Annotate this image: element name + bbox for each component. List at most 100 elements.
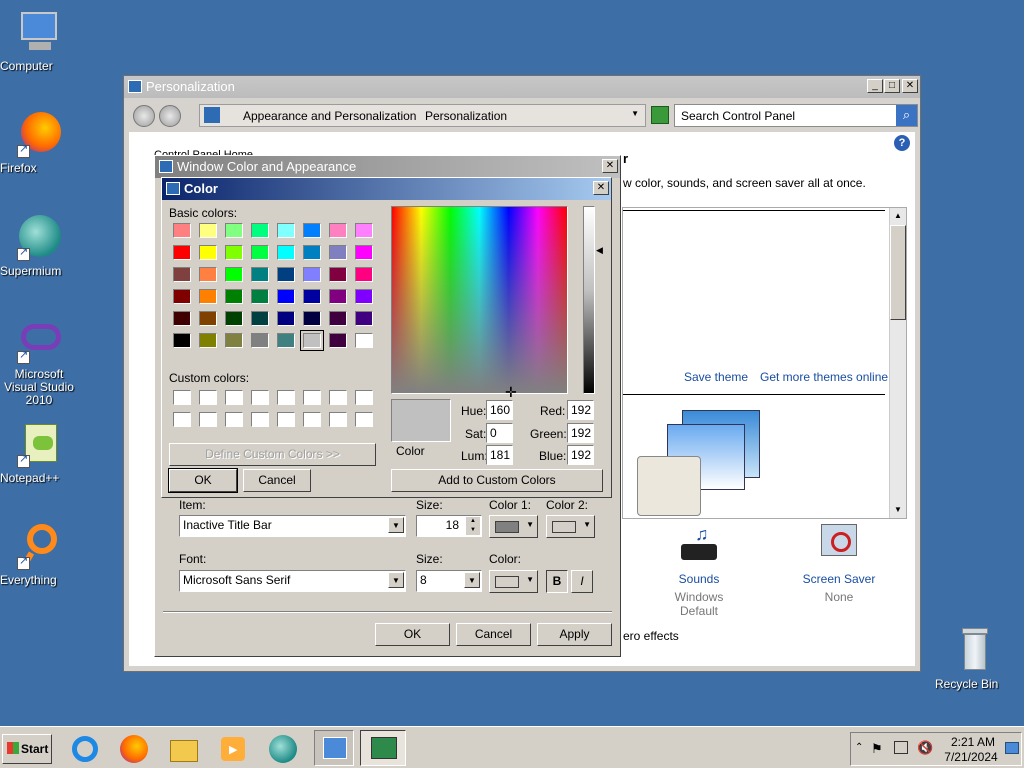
scrollbar-thumb[interactable] bbox=[890, 225, 906, 320]
taskbar-personalization-icon[interactable] bbox=[360, 730, 406, 766]
taskbar-supermium-icon[interactable] bbox=[266, 732, 300, 766]
basic-color-swatch[interactable] bbox=[225, 333, 243, 348]
basic-color-swatch[interactable] bbox=[173, 223, 191, 238]
font-select[interactable]: Microsoft Sans Serif ▼ bbox=[179, 570, 406, 592]
color1-picker[interactable]: ▼ bbox=[489, 515, 538, 538]
basic-color-swatch[interactable] bbox=[173, 245, 191, 260]
taskbar-control-panel-icon[interactable] bbox=[314, 730, 354, 766]
color-titlebar[interactable]: Color ✕ bbox=[162, 178, 611, 200]
flag-icon[interactable]: ⚑ bbox=[871, 741, 883, 757]
basic-color-swatch[interactable] bbox=[329, 223, 347, 238]
basic-color-swatch[interactable] bbox=[251, 245, 269, 260]
custom-color-swatch[interactable] bbox=[251, 412, 269, 427]
desktop-icon-visual-studio[interactable]: Microsoft Visual Studio 2010 bbox=[0, 316, 78, 407]
basic-color-swatch[interactable] bbox=[355, 333, 373, 348]
basic-color-swatch[interactable] bbox=[303, 267, 321, 282]
custom-color-swatch[interactable] bbox=[329, 412, 347, 427]
size-stepper[interactable]: 18 ▲ ▼ bbox=[416, 515, 482, 537]
basic-color-swatch[interactable] bbox=[199, 223, 217, 238]
basic-color-swatch[interactable] bbox=[277, 289, 295, 304]
sat-field[interactable]: 0 bbox=[486, 423, 513, 443]
maximize-button[interactable]: □ bbox=[884, 79, 900, 93]
green-field[interactable]: 192 bbox=[567, 423, 594, 443]
basic-color-swatch[interactable] bbox=[225, 223, 243, 238]
clock-time[interactable]: 2:21 AM bbox=[947, 735, 999, 749]
luminance-bar[interactable] bbox=[583, 206, 595, 394]
taskbar-media-player-icon[interactable]: ▶ bbox=[216, 732, 250, 766]
basic-color-swatch[interactable] bbox=[355, 223, 373, 238]
chevron-down-icon[interactable]: ▼ bbox=[388, 572, 404, 588]
basic-color-swatch[interactable] bbox=[251, 311, 269, 326]
basic-color-swatch[interactable] bbox=[277, 311, 295, 326]
basic-color-swatch[interactable] bbox=[173, 289, 191, 304]
more-themes-link[interactable]: Get more themes online bbox=[760, 370, 888, 384]
custom-color-swatch[interactable] bbox=[199, 412, 217, 427]
taskbar-firefox-icon[interactable] bbox=[117, 732, 151, 766]
window-color-titlebar[interactable]: Window Color and Appearance ✕ bbox=[155, 156, 620, 178]
basic-color-swatch[interactable] bbox=[329, 333, 347, 348]
custom-color-swatch[interactable] bbox=[277, 412, 295, 427]
basic-color-swatch[interactable] bbox=[329, 289, 347, 304]
basic-color-swatch[interactable] bbox=[199, 333, 217, 348]
theme-list-scrollbar[interactable]: ▲ ▼ bbox=[889, 208, 906, 518]
taskbar-ie-icon[interactable] bbox=[68, 732, 102, 766]
custom-color-swatch[interactable] bbox=[277, 390, 295, 405]
custom-color-swatch[interactable] bbox=[173, 390, 191, 405]
basic-color-swatch[interactable] bbox=[329, 311, 347, 326]
apply-button[interactable]: Apply bbox=[537, 623, 612, 646]
basic-color-swatch[interactable] bbox=[329, 267, 347, 282]
custom-color-swatch[interactable] bbox=[303, 390, 321, 405]
volume-muted-icon[interactable]: 🔇 bbox=[917, 740, 933, 756]
italic-button[interactable]: I bbox=[571, 570, 593, 593]
lum-field[interactable]: 181 bbox=[486, 445, 513, 465]
item-select[interactable]: Inactive Title Bar ▼ bbox=[179, 515, 406, 537]
basic-color-swatch[interactable] bbox=[300, 330, 324, 351]
basic-color-swatch[interactable] bbox=[173, 333, 191, 348]
basic-color-swatch[interactable] bbox=[199, 245, 217, 260]
cancel-button[interactable]: Cancel bbox=[243, 469, 311, 492]
desktop-icon-firefox[interactable]: Firefox bbox=[0, 110, 78, 175]
add-to-custom-colors-button[interactable]: Add to Custom Colors bbox=[391, 469, 603, 492]
desktop-icon-supermium[interactable]: Supermium bbox=[0, 213, 78, 278]
basic-color-swatch[interactable] bbox=[251, 267, 269, 282]
theme-preview[interactable] bbox=[637, 410, 761, 516]
clock-date[interactable]: 7/21/2024 bbox=[941, 750, 1001, 764]
font-size-select[interactable]: 8 ▼ bbox=[416, 570, 482, 592]
start-button[interactable]: Start bbox=[2, 734, 52, 764]
cancel-button[interactable]: Cancel bbox=[456, 623, 531, 646]
basic-color-swatch[interactable] bbox=[355, 267, 373, 282]
minimize-button[interactable]: _ bbox=[867, 79, 883, 93]
custom-color-swatch[interactable] bbox=[199, 390, 217, 405]
font-color-picker[interactable]: ▼ bbox=[489, 570, 538, 593]
basic-color-swatch[interactable] bbox=[355, 289, 373, 304]
network-icon[interactable] bbox=[894, 741, 908, 754]
custom-color-swatch[interactable] bbox=[355, 390, 373, 405]
basic-color-swatch[interactable] bbox=[173, 267, 191, 282]
refresh-button[interactable] bbox=[651, 106, 669, 124]
screensaver-item[interactable]: Screen Saver None bbox=[789, 522, 889, 604]
basic-color-swatch[interactable] bbox=[225, 311, 243, 326]
basic-color-swatch[interactable] bbox=[199, 267, 217, 282]
custom-color-swatch[interactable] bbox=[173, 412, 191, 427]
basic-color-swatch[interactable] bbox=[303, 289, 321, 304]
red-field[interactable]: 192 bbox=[567, 400, 594, 420]
desktop-icon-recycle-bin[interactable]: Recycle Bin bbox=[935, 626, 1013, 691]
taskbar-explorer-icon[interactable] bbox=[167, 732, 201, 766]
custom-color-swatch[interactable] bbox=[329, 390, 347, 405]
spin-buttons[interactable]: ▲ ▼ bbox=[466, 517, 480, 535]
basic-color-swatch[interactable] bbox=[277, 245, 295, 260]
breadcrumb-item[interactable]: Personalization bbox=[425, 109, 507, 123]
close-button[interactable]: ✕ bbox=[602, 159, 618, 173]
luminance-arrow-icon[interactable]: ◀ bbox=[596, 245, 603, 256]
basic-color-swatch[interactable] bbox=[355, 311, 373, 326]
show-hidden-icons-button[interactable]: ⌃ bbox=[855, 742, 863, 753]
help-icon[interactable]: ? bbox=[894, 135, 910, 151]
personalization-titlebar[interactable]: Personalization _ □ ✕ bbox=[124, 76, 920, 98]
define-custom-colors-button[interactable]: Define Custom Colors >> bbox=[169, 443, 376, 466]
chevron-down-icon[interactable]: ▼ bbox=[464, 572, 480, 588]
basic-color-swatch[interactable] bbox=[277, 333, 295, 348]
desktop-icon-computer[interactable]: Computer bbox=[0, 8, 78, 73]
chevron-down-icon[interactable]: ▼ bbox=[388, 517, 404, 533]
basic-color-swatch[interactable] bbox=[225, 289, 243, 304]
basic-color-swatch[interactable] bbox=[251, 223, 269, 238]
